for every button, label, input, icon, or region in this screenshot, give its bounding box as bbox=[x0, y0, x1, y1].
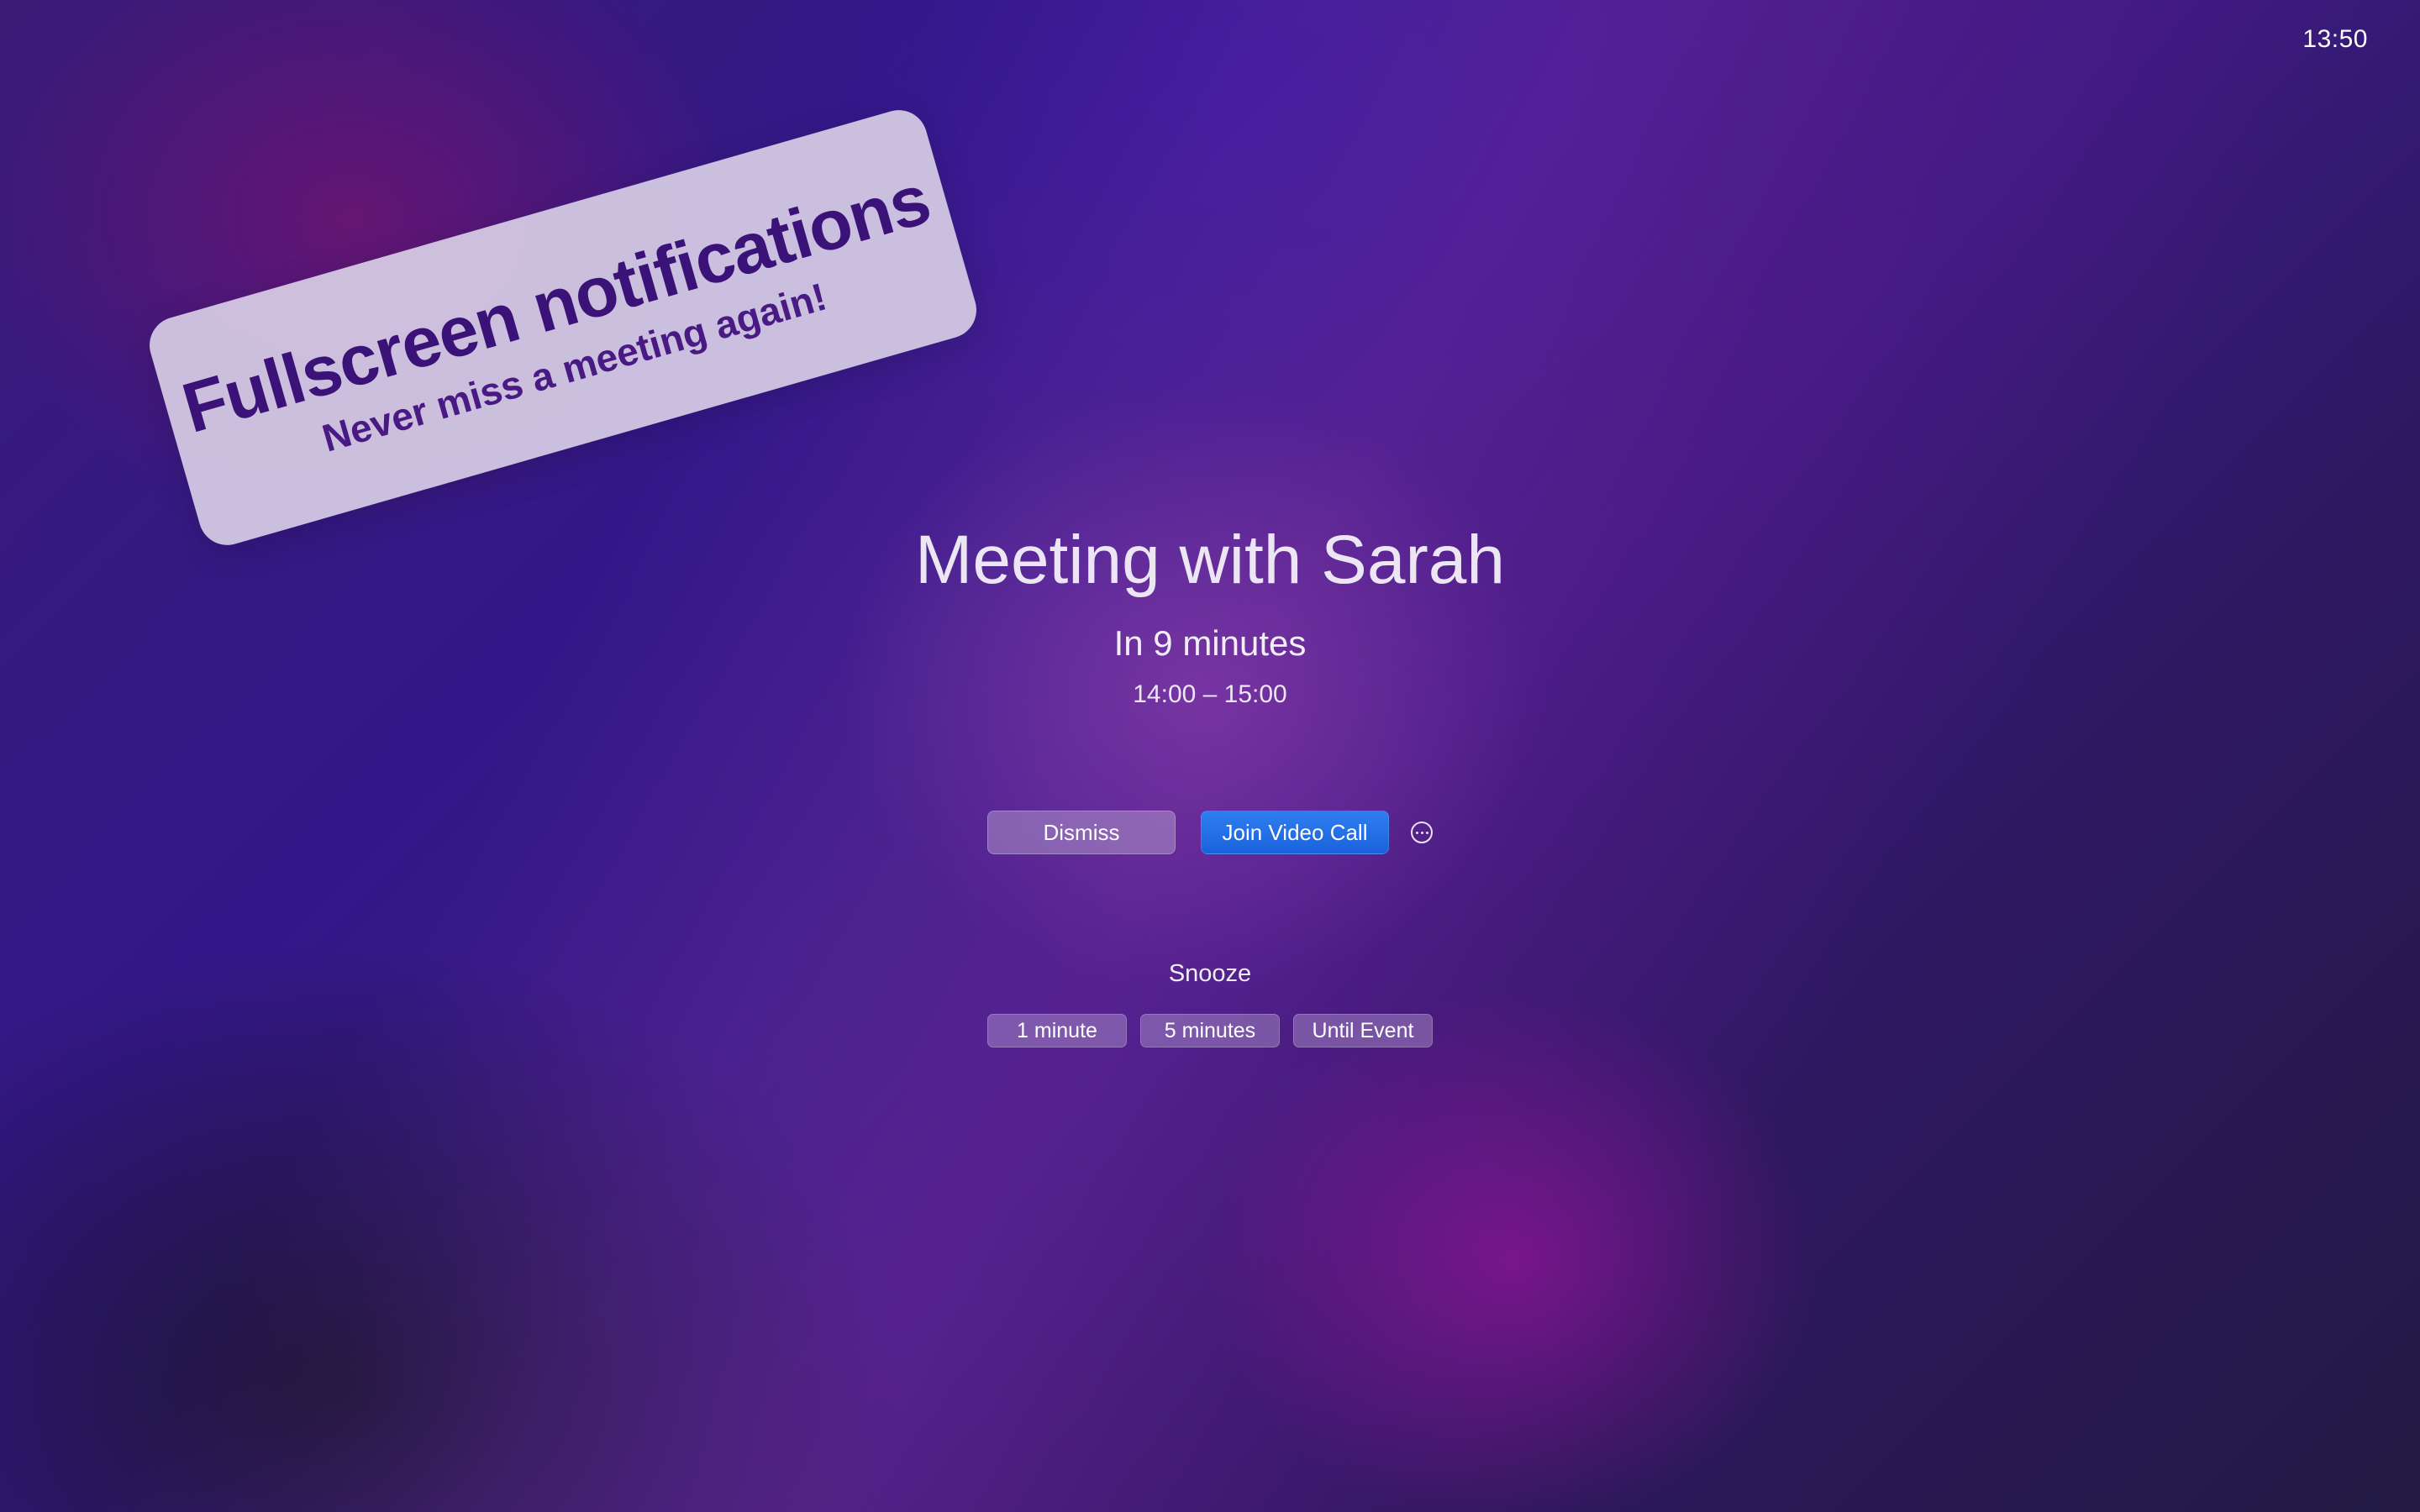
action-bar: Dismiss Join Video Call bbox=[0, 811, 2420, 854]
ellipsis-dot bbox=[1420, 831, 1423, 834]
ellipsis-dot bbox=[1415, 831, 1418, 834]
ellipsis-dot bbox=[1425, 831, 1428, 834]
snooze-label: Snooze bbox=[1168, 960, 1252, 987]
snooze-options: 1 minute 5 minutes Until Event bbox=[0, 1014, 2420, 1047]
snooze-1-minute-button[interactable]: 1 minute bbox=[987, 1014, 1127, 1047]
background-light-streak bbox=[0, 0, 2420, 1512]
ellipsis-circle-icon[interactable] bbox=[1411, 822, 1433, 843]
snooze-5-minutes-button[interactable]: 5 minutes bbox=[1140, 1014, 1280, 1047]
event-title: Meeting with Sarah bbox=[915, 522, 1505, 598]
join-video-call-button[interactable]: Join Video Call bbox=[1201, 811, 1389, 854]
dismiss-button[interactable]: Dismiss bbox=[987, 811, 1176, 854]
promo-banner: Fullscreen notifications Never miss a me… bbox=[143, 103, 983, 552]
snooze-until-event-button[interactable]: Until Event bbox=[1293, 1014, 1433, 1047]
event-time-range: 14:00 – 15:00 bbox=[1133, 680, 1287, 708]
menu-bar-clock: 13:50 bbox=[2302, 25, 2368, 53]
event-countdown: In 9 minutes bbox=[1113, 623, 1307, 663]
